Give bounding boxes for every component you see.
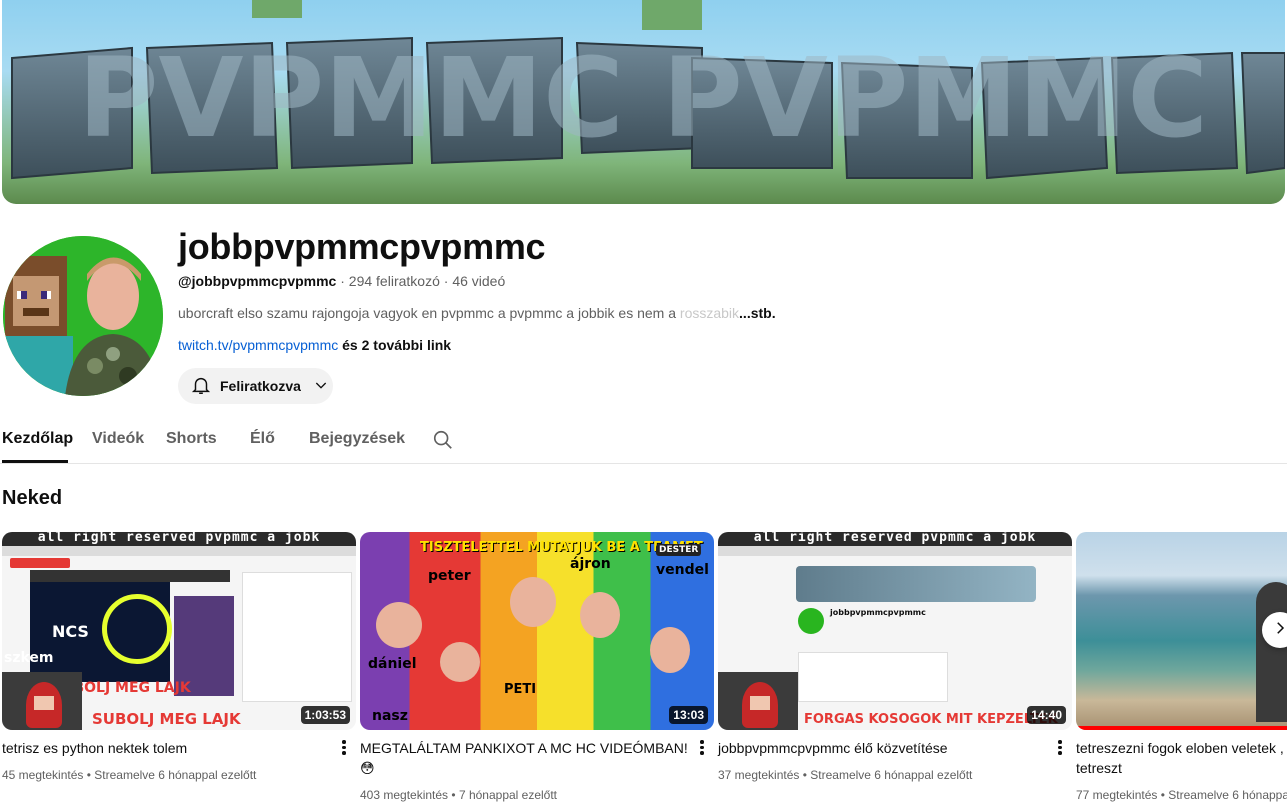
video-count: 46 videó	[452, 273, 506, 289]
bell-icon	[190, 374, 212, 399]
channel-description[interactable]: uborcraft elso szamu rajongoja vagyok en…	[178, 305, 776, 321]
tab-posts[interactable]: Bejegyzések	[309, 430, 405, 448]
video-title[interactable]: tetreszezni fogok eloben veletek , tetre…	[1076, 738, 1287, 778]
more-links[interactable]: és 2 további link	[338, 337, 451, 353]
thumb-top-text: all right reserved pvpmmc a jobk	[718, 532, 1072, 546]
banner-text: PVPMMC PVPMMC	[78, 34, 1208, 162]
subscriber-count: 294 feliratkozó	[348, 273, 440, 289]
search-icon[interactable]	[432, 429, 454, 451]
thumb-side-text: szkem	[4, 650, 54, 666]
video-age: 7 hónappal ezelőtt	[458, 788, 558, 802]
video-card[interactable]: all right reserved pvpmmc a jobk jobbpvp…	[718, 532, 1072, 782]
video-title[interactable]: jobbpvpmmcpvpmmc élő közvetítése	[718, 738, 1048, 758]
video-meta: 37 megtekintés • Streamelve 6 hónappal e…	[718, 768, 973, 782]
video-meta: 45 megtekintés • Streamelve 6 hónappal e…	[2, 768, 257, 782]
more-vert-icon[interactable]	[1054, 738, 1066, 758]
watch-progress	[1076, 726, 1287, 730]
video-thumbnail[interactable]	[1076, 532, 1287, 730]
thumb-logo: NCS	[52, 622, 89, 641]
video-views: 77 megtekintés	[1076, 788, 1158, 802]
channel-avatar[interactable]	[3, 236, 163, 396]
active-tab-indicator	[2, 460, 68, 463]
description-faded: rosszabik	[679, 305, 740, 321]
more-vert-icon[interactable]	[696, 738, 708, 758]
channel-handle: @jobbpvpmmcpvpmmc	[178, 273, 337, 289]
video-views: 37 megtekintés	[718, 768, 800, 782]
channel-link[interactable]: twitch.tv/pvpmmcpvpmmc	[178, 337, 338, 353]
video-title-emoji: 😳	[360, 760, 375, 776]
thumb-channel-name: jobbpvpmmcpvpmmc	[830, 608, 926, 617]
banner-title-art: PVPMMC PVPMMC	[11, 34, 1285, 180]
video-thumbnail[interactable]: TISZTELETTEL MUTATJUK BE A TEAMET peter …	[360, 532, 714, 730]
thumb-name: nasz	[372, 708, 408, 724]
video-card[interactable]: all right reserved pvpmmc a jobk NCS SUB…	[2, 532, 356, 782]
meta-separator: ·	[336, 273, 349, 289]
video-thumbnail[interactable]: all right reserved pvpmmc a jobk NCS SUB…	[2, 532, 356, 730]
video-duration: 13:03	[669, 706, 708, 724]
video-duration: 14:40	[1027, 706, 1066, 724]
video-title[interactable]: MEGTALÁLTAM PANKIXOT A MC HC VIDEÓMBAN! 😳	[360, 738, 690, 778]
thumb-name: PETI	[504, 682, 537, 697]
tab-videos[interactable]: Videók	[92, 430, 144, 448]
subscribed-label: Feliratkozva	[220, 378, 301, 394]
tab-live[interactable]: Élő	[250, 430, 275, 448]
chevron-right-icon	[1271, 619, 1287, 642]
channel-meta: @jobbpvpmmcpvpmmc · 294 feliratkozó · 46…	[178, 273, 505, 289]
description-text: uborcraft elso szamu rajongoja vagyok en…	[178, 305, 680, 321]
video-age: Streamelve 6 hónappal ezelőtt	[810, 768, 973, 782]
video-duration: 1:03:53	[300, 706, 350, 724]
video-title-text: MEGTALÁLTAM PANKIXOT A MC HC VIDEÓMBAN!	[360, 740, 688, 756]
thumb-overlay-text-2: SUBOLJ MEG LAJK	[92, 710, 241, 728]
more-vert-icon[interactable]	[338, 738, 350, 758]
video-title[interactable]: tetrisz es python nektek tolem	[2, 738, 332, 758]
channel-links: twitch.tv/pvpmmcpvpmmc és 2 további link	[178, 337, 451, 353]
video-meta: 403 megtekintés • 7 hónappal ezelőtt	[360, 788, 558, 802]
webcam-overlay	[718, 672, 798, 730]
thumb-top-text: all right reserved pvpmmc a jobk	[2, 532, 356, 546]
video-age: Streamelve 6 hónappal ezelőtt	[94, 768, 257, 782]
description-more[interactable]: ...stb.	[739, 305, 776, 321]
video-thumbnail[interactable]: all right reserved pvpmmc a jobk jobbpvp…	[718, 532, 1072, 730]
tab-shorts[interactable]: Shorts	[166, 430, 217, 448]
webcam-overlay	[2, 672, 82, 730]
video-meta: 77 megtekintés • Streamelve 6 hónappal e…	[1076, 788, 1287, 802]
subscribed-button[interactable]: Feliratkozva	[178, 368, 333, 404]
meta-separator: ·	[439, 273, 453, 289]
thumb-overlay-text: FORGAS KOSOGOK MIT KEPZELTEK	[804, 712, 1058, 727]
tab-home[interactable]: Kezdőlap	[2, 430, 73, 448]
thumb-name: dániel	[368, 656, 417, 672]
video-card[interactable]: TISZTELETTEL MUTATJUK BE A TEAMET peter …	[360, 532, 714, 802]
thumb-name: ájron	[570, 556, 611, 572]
channel-name: jobbpvpmmcpvpmmc	[178, 226, 546, 267]
channel-banner: PVPMMC PVPMMC	[2, 0, 1285, 204]
video-views: 45 megtekintés	[2, 768, 84, 782]
section-title: Neked	[2, 487, 63, 509]
chevron-down-icon	[313, 377, 329, 396]
thumb-badge: DESTER	[656, 544, 702, 556]
thumb-name: vendel	[656, 562, 709, 578]
video-views: 403 megtekintés	[360, 788, 449, 802]
thumb-name: peter	[428, 568, 471, 584]
channel-tabs: Kezdőlap Videók Shorts Élő Bejegyzések	[0, 420, 1287, 464]
video-card[interactable]: tetreszezni fogok eloben veletek , tetre…	[1076, 532, 1287, 805]
video-age: Streamelve 6 hónappal ez	[1168, 788, 1287, 802]
